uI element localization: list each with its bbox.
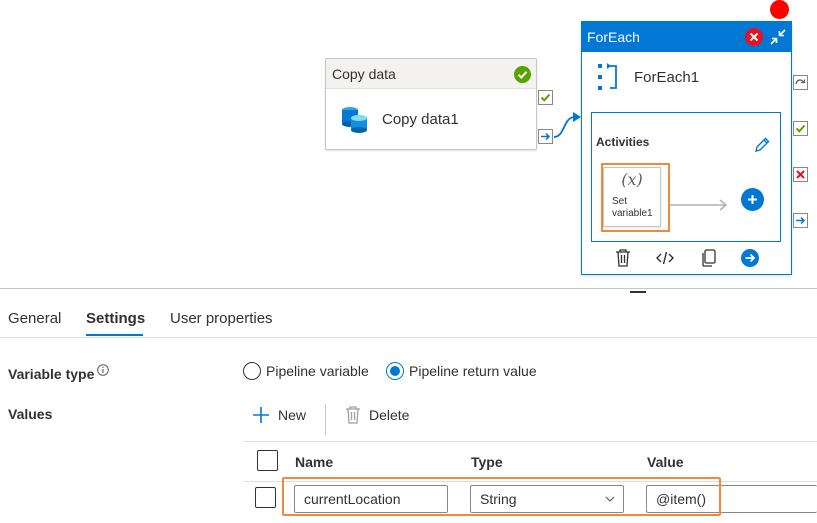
tab-settings[interactable]: Settings — [86, 310, 145, 327]
red-dot-marker — [770, 0, 789, 19]
on-skip-handle[interactable] — [793, 75, 808, 90]
delete-trash-icon — [345, 406, 361, 424]
clone-icon[interactable] — [698, 248, 718, 268]
select-all-checkbox[interactable] — [257, 450, 278, 471]
panel-splitter[interactable] — [0, 288, 817, 289]
copy-data-header: Copy data — [326, 59, 536, 89]
success-check-icon — [514, 66, 531, 83]
highlight-value-row — [282, 477, 721, 516]
activities-label: Activities — [596, 135, 650, 149]
delete-button[interactable]: Delete — [345, 406, 409, 424]
copy-data-type-label: Copy data — [332, 65, 396, 82]
tab-user-properties[interactable]: User properties — [170, 310, 273, 327]
highlight-set-variable — [601, 163, 670, 232]
on-success-handle[interactable] — [538, 90, 553, 105]
toolbar-divider — [325, 404, 326, 435]
tab-general[interactable]: General — [8, 310, 61, 327]
column-header-name: Name — [295, 454, 334, 470]
code-icon[interactable] — [655, 248, 675, 268]
row-checkbox[interactable] — [255, 487, 276, 508]
variable-type-label: Variable type — [8, 366, 95, 382]
foreach-header: ForEach — [582, 22, 791, 52]
radio-pipeline-return-value-label: Pipeline return value — [409, 363, 537, 379]
info-icon[interactable] — [97, 364, 109, 376]
copy-data-icon — [340, 104, 370, 134]
column-header-value: Value — [647, 454, 684, 470]
dependency-connector[interactable] — [553, 108, 583, 140]
radio-circle-selected[interactable] — [386, 362, 404, 380]
foreach-type-label: ForEach — [587, 29, 640, 45]
copy-data-name: Copy data1 — [382, 110, 459, 128]
foreach-name: ForEach1 — [634, 68, 700, 86]
radio-pipeline-variable-label: Pipeline variable — [266, 363, 369, 379]
radio-circle-unselected[interactable] — [243, 362, 261, 380]
delete-button-label: Delete — [369, 407, 410, 423]
trash-icon[interactable] — [613, 248, 633, 268]
new-button-label: New — [278, 407, 307, 423]
foreach-icon — [596, 62, 620, 92]
on-failure-handle[interactable] — [793, 167, 808, 182]
properties-tabs: General Settings User properties — [0, 300, 817, 338]
copy-data-activity[interactable]: Copy data Copy data1 — [325, 58, 537, 150]
delete-activity-icon[interactable] — [745, 28, 763, 46]
foreach-on-completion-handle[interactable] — [793, 213, 808, 228]
radio-pipeline-return-value[interactable]: Pipeline return value — [386, 362, 537, 380]
activity-toolbar — [582, 248, 791, 268]
add-activity-button[interactable] — [741, 188, 764, 211]
foreach-on-success-handle[interactable] — [793, 121, 808, 136]
splitter-handle-icon[interactable] — [630, 291, 646, 293]
column-header-type: Type — [471, 454, 503, 470]
collapse-icon[interactable] — [769, 28, 787, 46]
foreach-activity[interactable]: ForEach ForEach1 Activities (x) Set vari… — [581, 21, 792, 275]
radio-pipeline-variable[interactable]: Pipeline variable — [243, 362, 369, 380]
navigate-arrow-icon[interactable] — [740, 248, 760, 268]
grid-header-border — [243, 441, 817, 442]
edit-pencil-icon[interactable] — [750, 133, 774, 157]
on-completion-handle[interactable] — [538, 129, 553, 144]
active-tab-indicator — [86, 334, 143, 336]
inner-flow-arrow — [670, 199, 728, 211]
pipeline-canvas[interactable]: Copy data Copy data1 ForEach ForEach1 Ac… — [0, 0, 817, 284]
plus-icon — [252, 406, 270, 424]
values-label: Values — [8, 406, 53, 422]
new-button[interactable]: New — [252, 406, 306, 424]
